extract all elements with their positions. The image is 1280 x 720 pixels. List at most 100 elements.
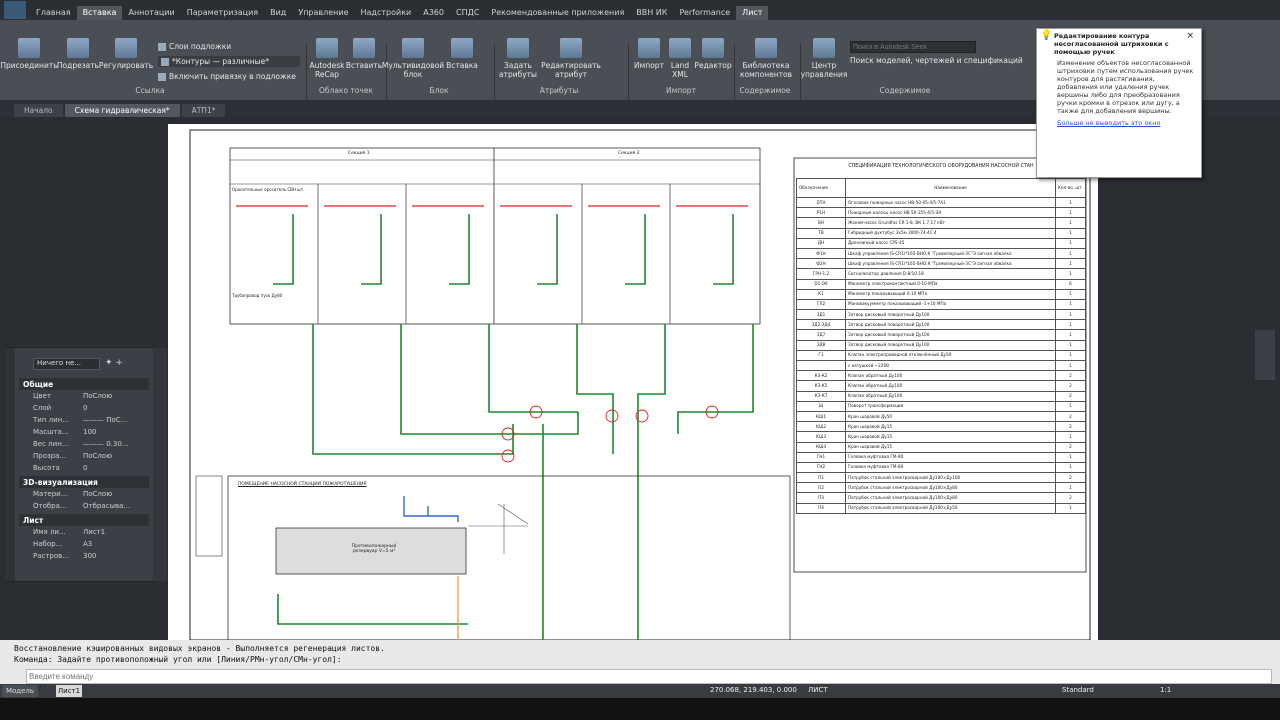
tab-a360[interactable]: A360 bbox=[417, 6, 450, 20]
spec-cell: Мановакуумметр показывающий -1+10 МПа bbox=[845, 298, 1056, 311]
tab-manage[interactable]: Управление bbox=[292, 6, 354, 20]
seek-search-input[interactable] bbox=[850, 41, 976, 53]
property-section-header[interactable]: 3D-визуализация bbox=[19, 476, 149, 488]
property-row[interactable]: Матери... ПоСлою bbox=[19, 488, 149, 500]
spec-cell: КШ2 bbox=[796, 421, 846, 433]
property-row[interactable]: Растров... 300 bbox=[19, 550, 149, 562]
group-content-2: Содержимое bbox=[879, 86, 931, 95]
spec-cell: Клапан обратный Ду100 bbox=[845, 370, 1056, 382]
editor-button[interactable]: Редактор bbox=[694, 38, 732, 70]
quick-select-icon[interactable]: ✦ + bbox=[105, 358, 123, 368]
selection-dropdown[interactable]: Ничего не... bbox=[33, 358, 100, 370]
clip-button[interactable]: Подрезать bbox=[56, 38, 100, 70]
tab-vvn[interactable]: ВВН ИК bbox=[630, 6, 673, 20]
close-icon[interactable]: × bbox=[1182, 32, 1194, 56]
spec-cell: 1 bbox=[1054, 451, 1087, 463]
property-row[interactable]: Имя ли... Лист1 bbox=[19, 526, 149, 538]
property-row[interactable]: Прозра... ПоСлою bbox=[19, 450, 149, 462]
insert-cloud-button[interactable]: Вставить bbox=[346, 38, 382, 70]
app-menu-icon[interactable] bbox=[4, 1, 26, 19]
property-row[interactable]: Набор... A3 bbox=[19, 538, 149, 550]
spec-cell: 1 bbox=[1054, 258, 1087, 270]
spec-cell: Манометр электроконтактный 0-10 МПа bbox=[845, 278, 1056, 290]
palette-side-tabs[interactable] bbox=[153, 348, 167, 581]
annotation-scale[interactable]: Standard bbox=[1062, 686, 1094, 694]
spec-row: КШ1 Кран шаровой Ду50 2 bbox=[796, 410, 1087, 423]
adjust-button[interactable]: Регулировать bbox=[99, 38, 153, 70]
property-row[interactable]: Масшта... 100 bbox=[19, 426, 149, 438]
underlay-layers-item[interactable]: Слои подложки bbox=[158, 42, 231, 51]
attach-button[interactable]: Присоединить bbox=[0, 38, 58, 70]
landxml-button[interactable]: Land XML bbox=[666, 38, 694, 79]
spec-cell: 1 bbox=[1054, 400, 1087, 412]
property-value: ПоСлою bbox=[83, 452, 113, 460]
palette-grip[interactable] bbox=[5, 348, 15, 581]
doc-tab-start[interactable]: Начало bbox=[14, 104, 63, 117]
spec-cell: Гибридный дуктубус 3x5м 3000-74-4С 4 bbox=[845, 227, 1056, 239]
viewcube-strip[interactable] bbox=[1255, 330, 1275, 380]
spec-row: П3 Патрубок стальной электросварной Ду100… bbox=[796, 492, 1087, 504]
spec-cell: 1 bbox=[1054, 482, 1087, 494]
spec-cell: Клапан обратный Ду100 bbox=[845, 390, 1056, 402]
spec-row: ЗД7 Затвор дисковый поворотный Ду100 1 bbox=[796, 329, 1087, 341]
spec-row: КЗ-К7 Клапан обратный Ду100 2 bbox=[796, 390, 1087, 402]
tab-home[interactable]: Главная bbox=[30, 6, 77, 20]
spec-row: ГЛ2 Мановакуумметр показывающий -1+10 МПа… bbox=[796, 298, 1087, 311]
spec-cell: 1 bbox=[1054, 309, 1087, 321]
tab-spds[interactable]: СПДС bbox=[450, 6, 485, 20]
spec-cell: 1 bbox=[1054, 431, 1087, 443]
recap-button[interactable]: Autodesk ReCap bbox=[309, 38, 345, 79]
property-row[interactable]: Цвет ПоСлою bbox=[19, 390, 149, 402]
multiview-block-button[interactable]: Мультивидовой блок bbox=[382, 38, 444, 79]
tab-featured-apps[interactable]: Рекомендованные приложения bbox=[485, 6, 630, 20]
command-input[interactable] bbox=[26, 669, 1272, 684]
import-button[interactable]: Импорт bbox=[632, 38, 666, 70]
design-center-icon bbox=[813, 38, 835, 58]
model-tab[interactable]: Модель bbox=[2, 685, 38, 697]
spec-cell: 1 bbox=[1054, 349, 1087, 362]
spec-cell: КЗ-К2 bbox=[796, 370, 846, 382]
underlay-snap-item[interactable]: Включить привязку в подложке bbox=[158, 72, 296, 81]
tab-performance[interactable]: Performance bbox=[673, 6, 736, 20]
spec-cell: 2 bbox=[1054, 390, 1087, 402]
define-attributes-button[interactable]: Задать атрибуты bbox=[496, 38, 540, 79]
tab-insert[interactable]: Вставка bbox=[76, 6, 123, 20]
property-row[interactable]: Тип лин... ——— ПоС... bbox=[19, 414, 149, 426]
property-row[interactable]: Отобра... Отбрасыва... bbox=[19, 500, 149, 512]
property-key: Имя ли... bbox=[33, 528, 66, 536]
tooltip-link[interactable]: Больше не выводить это окно bbox=[1037, 115, 1201, 127]
spec-cell: ВН bbox=[796, 217, 846, 229]
spec-cell: ГРН-1,2 bbox=[796, 268, 846, 280]
property-value: 0 bbox=[83, 404, 88, 412]
property-row[interactable]: Вес лин... ——— 0.30... bbox=[19, 438, 149, 450]
property-row[interactable]: Слой 0 bbox=[19, 402, 149, 414]
define-attributes-label: Задать атрибуты bbox=[499, 61, 537, 79]
layout-sheet[interactable]: Секция 1 Секция 2 Оросительные ороситель… bbox=[168, 124, 1098, 644]
layout1-tab[interactable]: Лист1 bbox=[56, 685, 82, 697]
scale-readout[interactable]: 1:1 bbox=[1160, 686, 1171, 694]
tab-view[interactable]: Вид bbox=[264, 6, 292, 20]
insert-block-button[interactable]: Вставка bbox=[446, 38, 478, 70]
spec-cell: П1 bbox=[796, 472, 846, 484]
doc-tab-hydraulic-scheme[interactable]: Схема гидравлическая* bbox=[64, 104, 180, 117]
spec-row: ЗД1 Затвор дисковый поворотный Ду100 1 bbox=[796, 309, 1087, 321]
spec-cell: Ф1Н bbox=[796, 247, 846, 260]
property-section-header[interactable]: Общие bbox=[19, 378, 149, 390]
design-center-button[interactable]: Центр управления bbox=[801, 38, 847, 79]
spec-cell: КЗ-К5 bbox=[796, 380, 846, 392]
property-value: ——— ПоС... bbox=[83, 416, 128, 424]
tab-layout[interactable]: Лист bbox=[736, 6, 769, 20]
attach-label: Присоединить bbox=[0, 61, 58, 70]
tab-parametric[interactable]: Параметризация bbox=[181, 6, 264, 20]
edit-attribute-button[interactable]: Редактировать атрибут bbox=[541, 38, 601, 79]
property-section-header[interactable]: Лист bbox=[19, 514, 149, 526]
tab-addins[interactable]: Надстройки bbox=[355, 6, 418, 20]
paper-mode-toggle[interactable]: ЛИСТ bbox=[808, 686, 828, 694]
tab-annotate[interactable]: Аннотации bbox=[122, 6, 180, 20]
spec-cell: 2 bbox=[1054, 370, 1087, 382]
doc-tab-atp1[interactable]: АТП1* bbox=[181, 104, 226, 117]
spec-cell: КШ3 bbox=[796, 431, 846, 443]
frames-dropdown[interactable]: *Контуры — различные* bbox=[158, 56, 300, 67]
component-library-button[interactable]: Библиотека компонентов bbox=[738, 38, 794, 79]
property-row[interactable]: Высота 0 bbox=[19, 462, 149, 474]
